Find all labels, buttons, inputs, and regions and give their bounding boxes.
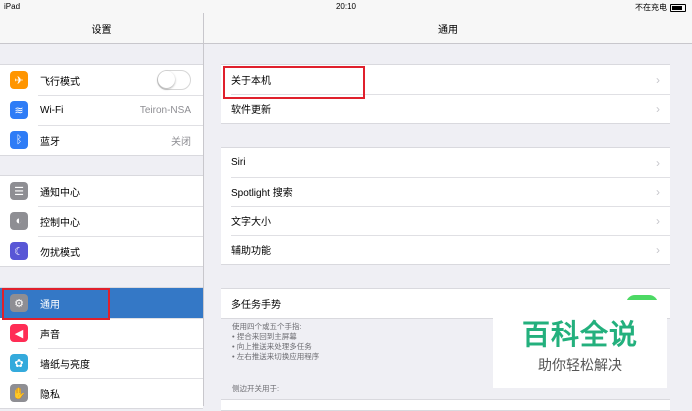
detail-row-label: 辅助功能 [231,246,271,257]
privacy-icon: ✋ [10,384,28,402]
sidebar-group-system: ☰ 通知中心 ◐ 控制中心 ☾ 勿扰模式 [0,175,203,267]
chevron-right-icon: › [656,213,660,228]
sidebar-item-value: 关闭 [171,136,191,148]
detail-row-label: Siri [231,157,246,168]
watermark-title: 百科全说 [521,319,638,350]
watermark-subtitle: 助你轻松解决 [538,357,622,373]
sidebar-item[interactable]: ≋ Wi-Fi Teiron-NSA [0,95,203,125]
charging-label: 不在充电 [635,3,667,12]
sidebar-item-label: 飞行模式 [40,76,80,88]
sidebar-item-label: 勿扰模式 [40,247,80,259]
detail-row[interactable]: 软件更新 › [221,94,670,123]
detail-row-label: Spotlight 搜索 [231,188,293,199]
sidebar-item-label: 控制中心 [40,217,80,229]
sidebar-item[interactable]: ◀ 声音 [0,318,203,348]
status-bar: iPad 20:10 不在充电 [0,0,692,13]
chevron-right-icon: › [656,155,660,170]
wifi-icon: ≋ [10,101,28,119]
detail-row[interactable]: Spotlight 搜索 › [221,177,670,206]
sidebar-group-general: ⚙ 通用 ◀ 声音 ✿ 墙纸与亮度 ✋ 隐私 [0,287,203,409]
sidebar-item-label: 通知中心 [40,187,80,199]
bluetooth-icon: ᛒ [10,131,28,149]
chevron-right-icon: › [656,184,660,199]
chevron-right-icon: › [656,72,660,87]
detail-row[interactable]: 文字大小 › [221,206,670,235]
sidebar-item[interactable]: ☰ 通知中心 [0,176,203,206]
airplane-mode-toggle[interactable] [157,70,191,90]
settings-sidebar: 设置 ✈ 飞行模式 ≋ Wi-Fi Teiron-NSA ᛒ 蓝牙 关闭 ☰ 通知中心 ◐ 控制中心… [0,13,204,409]
side-switch-group [221,399,670,411]
clock: 20:10 [335,2,357,11]
detail-row-label: 文字大小 [231,217,271,228]
about-group: 关于本机 › 软件更新 › [221,64,670,124]
features-group: Siri › Spotlight 搜索 › 文字大小 › 辅助功能 › [221,147,670,265]
sidebar-item-label: 墙纸与亮度 [40,359,90,371]
sidebar-item[interactable]: ✿ 墙纸与亮度 [0,348,203,378]
detail-row[interactable]: 关于本机 › [221,65,670,94]
sidebar-group-connectivity: ✈ 飞行模式 ≋ Wi-Fi Teiron-NSA ᛒ 蓝牙 关闭 [0,64,203,156]
airplane-icon: ✈ [10,71,28,89]
detail-row-label: 软件更新 [231,105,271,116]
multitask-notes: 使用四个或五个手指: • 捏合来回到主屏幕 • 向上推送来处理多任务 • 左右推… [232,322,320,361]
detail-row[interactable]: Siri › [221,148,670,177]
sidebar-item-label: 蓝牙 [40,136,60,148]
sidebar-item[interactable]: ☾ 勿扰模式 [0,236,203,266]
sidebar-title: 设置 [0,13,203,44]
sidebar-item-value: Teiron-NSA [139,104,191,116]
notification-center-icon: ☰ [10,182,28,200]
sidebar-item[interactable]: ᛒ 蓝牙 关闭 [0,125,203,155]
detail-row[interactable]: 辅助功能 › [221,235,670,264]
chevron-right-icon: › [656,101,660,116]
sidebar-item[interactable]: ✋ 隐私 [0,378,203,408]
moon-icon: ☾ [10,242,28,260]
sidebar-item-label: 隐私 [40,389,60,401]
detail-row-label: 关于本机 [231,76,271,87]
detail-title: 通用 [204,13,692,44]
side-switch-header: 侧边开关用于: [232,384,280,393]
wallpaper-icon: ✿ [10,354,28,372]
sidebar-item-label: 通用 [40,299,60,311]
battery-icon [670,3,686,12]
watermark-logo: 百科全说 助你轻松解决 [493,300,667,388]
sidebar-item[interactable]: ⚙ 通用 [0,288,203,318]
control-center-icon: ◐ [10,212,28,230]
sidebar-item-label: 声音 [40,329,60,341]
chevron-right-icon: › [656,242,660,257]
sound-icon: ◀ [10,324,28,342]
sidebar-item[interactable]: ◐ 控制中心 [0,206,203,236]
multitask-gestures-label: 多任务手势 [231,300,281,311]
gear-icon: ⚙ [10,294,28,312]
sidebar-item-label: Wi-Fi [40,104,64,116]
sidebar-item[interactable]: ✈ 飞行模式 [0,65,203,95]
